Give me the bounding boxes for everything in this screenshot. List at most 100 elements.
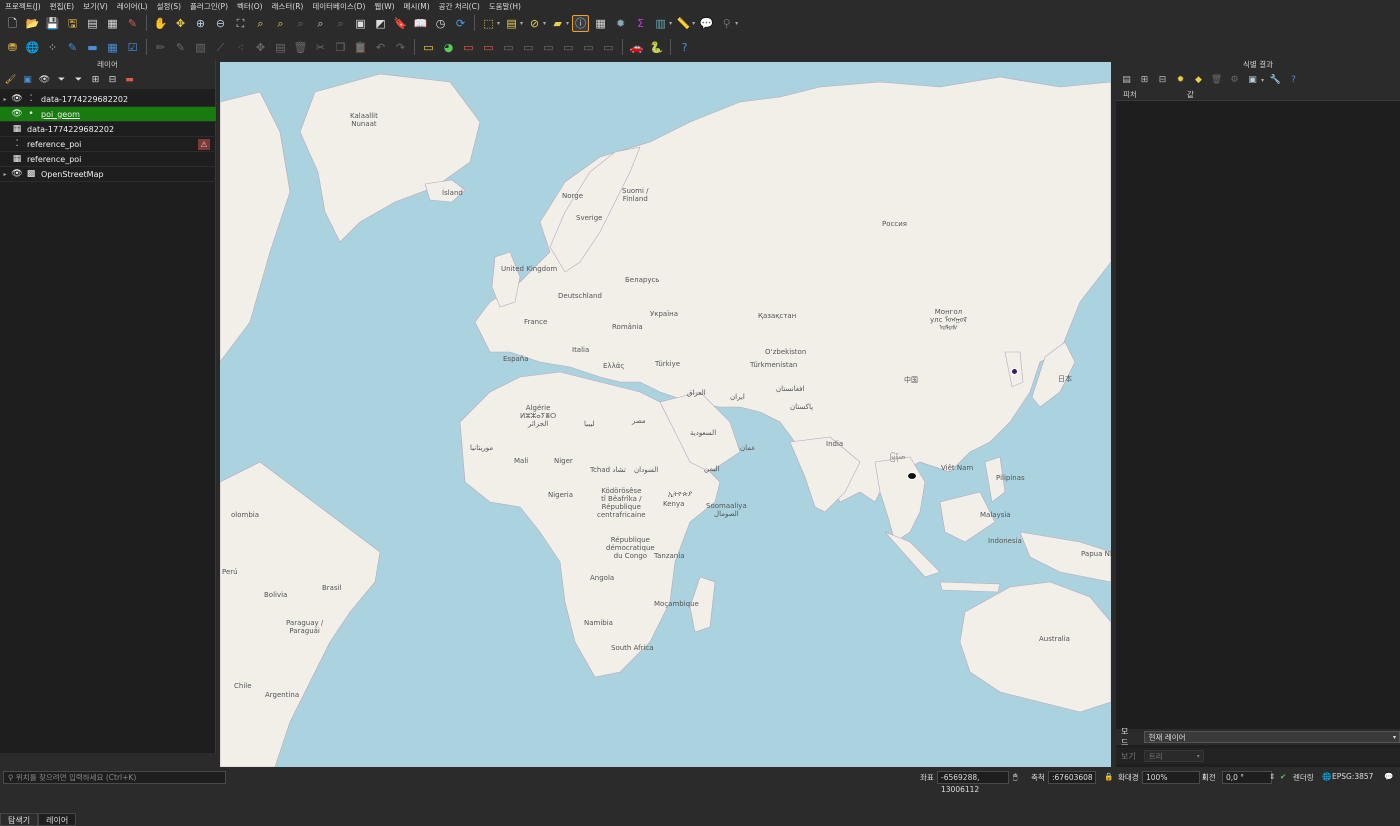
menu-item[interactable]: 벡터(O) [237,1,263,12]
redo-icon[interactable]: ↷ [392,39,409,56]
filter-expression-icon[interactable]: ⏷ [72,74,85,87]
menu-item[interactable]: 프로젝트(J) [5,1,41,12]
style-manager-icon[interactable]: ✎ [124,15,141,32]
menu-item[interactable]: 데이터베이스(D) [312,1,365,12]
new-3d-view-icon[interactable]: ◩ [372,15,389,32]
zoom-out-icon[interactable]: ⊖ [212,15,229,32]
collapse-all-icon[interactable]: ⊟ [1156,74,1169,87]
select-by-value-icon[interactable]: ▤ [503,15,520,32]
chevron-down-icon[interactable]: ▾ [1261,77,1264,84]
expand-arrow-icon[interactable]: ▸ [0,96,10,103]
layer-item[interactable]: ⁚ reference_poi ⚠ [0,137,216,152]
menu-item[interactable]: 편집(E) [50,1,74,12]
digitize-line-icon[interactable]: ⟋ [212,39,229,56]
visibility-eye-icon[interactable]: 👁 [10,109,24,119]
open-table-icon[interactable]: ▥ [652,15,669,32]
zoom-in-icon[interactable]: ⊕ [192,15,209,32]
temporal-controller-icon[interactable]: ◷ [432,15,449,32]
lock-scale-icon[interactable]: 🔒 [1104,772,1113,781]
python-console-icon[interactable]: 🐍 [648,39,665,56]
messages-icon[interactable]: 💬 [1384,772,1393,781]
add-vector-icon[interactable]: ✎ [64,39,81,56]
locator-search-input[interactable]: ⚲ 위치를 찾으려면 입력하세요 (Ctrl+K) [3,771,226,784]
chevron-down-icon[interactable]: ▾ [735,20,738,27]
toggle-editing-icon[interactable]: ✏ [152,39,169,56]
pan-to-selection-icon[interactable]: ✥ [172,15,189,32]
clear-results-icon[interactable]: 🗑 [1210,74,1223,87]
refresh-icon[interactable]: ⟳ [452,15,469,32]
help-icon[interactable]: ? [676,39,693,56]
diagram-icon[interactable]: ◕ [440,39,457,56]
copy-icon[interactable]: ❐ [332,39,349,56]
field-calculator-icon[interactable]: ✹ [612,15,629,32]
add-group-icon[interactable]: ▣ [21,74,34,87]
rotation-field[interactable]: 0,0 ° [1222,771,1272,784]
new-map-view-icon[interactable]: ▣ [352,15,369,32]
rotate-label-icon[interactable]: ▭ [520,39,537,56]
add-feature-icon[interactable]: ▨ [192,39,209,56]
add-wms-icon[interactable]: ▦ [104,39,121,56]
tab-layers[interactable]: 레이어 [38,813,77,826]
highlight-icon[interactable]: ◆ [1192,74,1205,87]
expand-arrow-icon[interactable]: ▸ [0,171,10,178]
data-source-manager-icon[interactable]: ⛃ [4,39,21,56]
crs-button[interactable]: EPSG:3857 [1332,772,1373,781]
menu-item[interactable]: 래스터(R) [272,1,304,12]
undo-icon[interactable]: ↶ [372,39,389,56]
layer-item[interactable]: 👁 • poi_geom [0,107,216,122]
zoom-full-icon[interactable]: ⛶ [232,15,249,32]
bookmark-icon[interactable]: 🔖 [392,15,409,32]
save-edits-icon[interactable]: ✎ [172,39,189,56]
layer-item[interactable]: ▸ 👁 ▩ OpenStreetMap [0,167,216,182]
select-location-icon[interactable]: ▰ [549,15,566,32]
menu-item[interactable]: 설정(S) [157,1,181,12]
move-diagram-icon[interactable]: ▭ [580,39,597,56]
layout-manager-icon[interactable]: ▦ [104,15,121,32]
change-label-icon[interactable]: ▭ [540,39,557,56]
virtual-layer-icon[interactable]: ☑ [124,39,141,56]
chevron-down-icon[interactable]: ▾ [497,20,500,27]
print-layout-icon[interactable]: ▤ [84,15,101,32]
chevron-down-icon[interactable]: ▾ [692,20,695,27]
label-property-icon[interactable]: ▭ [560,39,577,56]
copy-feature-icon[interactable]: ⚙ [1228,74,1241,87]
scale-field[interactable]: :67603608 [1048,771,1096,784]
map-canvas[interactable]: Kalaallit Nunaat Ísland Norge Sverige Suomi … [220,62,1111,767]
zoom-native-icon[interactable]: ⌕ [292,15,309,32]
new-project-icon[interactable]: 🗋 [4,15,21,32]
menu-item[interactable]: 보기(V) [83,1,108,12]
pan-icon[interactable]: ✋ [152,15,169,32]
expand-all-icon[interactable]: ⊞ [89,74,102,87]
expand-tree-icon[interactable]: ▤ [1120,74,1133,87]
digitize-icon[interactable]: ⁘ [44,39,61,56]
menu-item[interactable]: 레이어(L) [117,1,148,12]
attribute-table-icon[interactable]: ▦ [592,15,609,32]
map-tips-icon[interactable]: 💬 [698,15,715,32]
help-icon[interactable]: ? [1287,74,1300,87]
tab-browser[interactable]: 탐색기 [0,813,39,826]
add-raster-icon[interactable]: ▬ [84,39,101,56]
move-feature-icon[interactable]: ✥ [252,39,269,56]
coord-field[interactable]: -6569288, 13006112 [937,771,1009,794]
paste-icon[interactable]: 📋 [352,39,369,56]
rotation-spinner-icon[interactable]: ⇕ [1269,772,1275,781]
zoom-selection-icon[interactable]: ⌕ [252,15,269,32]
cut-icon[interactable]: ✂ [312,39,329,56]
statistics-icon[interactable]: Σ [632,15,649,32]
zoom-next-icon[interactable]: ⌕ [332,15,349,32]
select-features-icon[interactable]: ⬚ [480,15,497,32]
crs-globe-icon[interactable]: 🌐 [1322,772,1331,781]
new-layer-icon[interactable]: 🌐 [24,39,41,56]
print-icon[interactable]: ▣ [1246,74,1259,87]
callout-icon[interactable]: ▭ [600,39,617,56]
chevron-down-icon[interactable]: ▾ [520,20,523,27]
collapse-all-icon[interactable]: ⊟ [106,74,119,87]
poi-point[interactable] [1011,368,1018,375]
layer-item[interactable]: ▸ 👁 ⁚ data-1774229682202 [0,92,216,107]
pin-labels-icon[interactable]: ▭ [460,39,477,56]
menu-item[interactable]: 도움말(H) [489,1,521,12]
layer-item[interactable]: ▦ reference_poi [0,152,216,167]
deselect-icon[interactable]: ⊘ [526,15,543,32]
visibility-eye-icon[interactable]: 👁 [10,94,24,104]
save-as-icon[interactable]: 🖫 [64,15,81,32]
